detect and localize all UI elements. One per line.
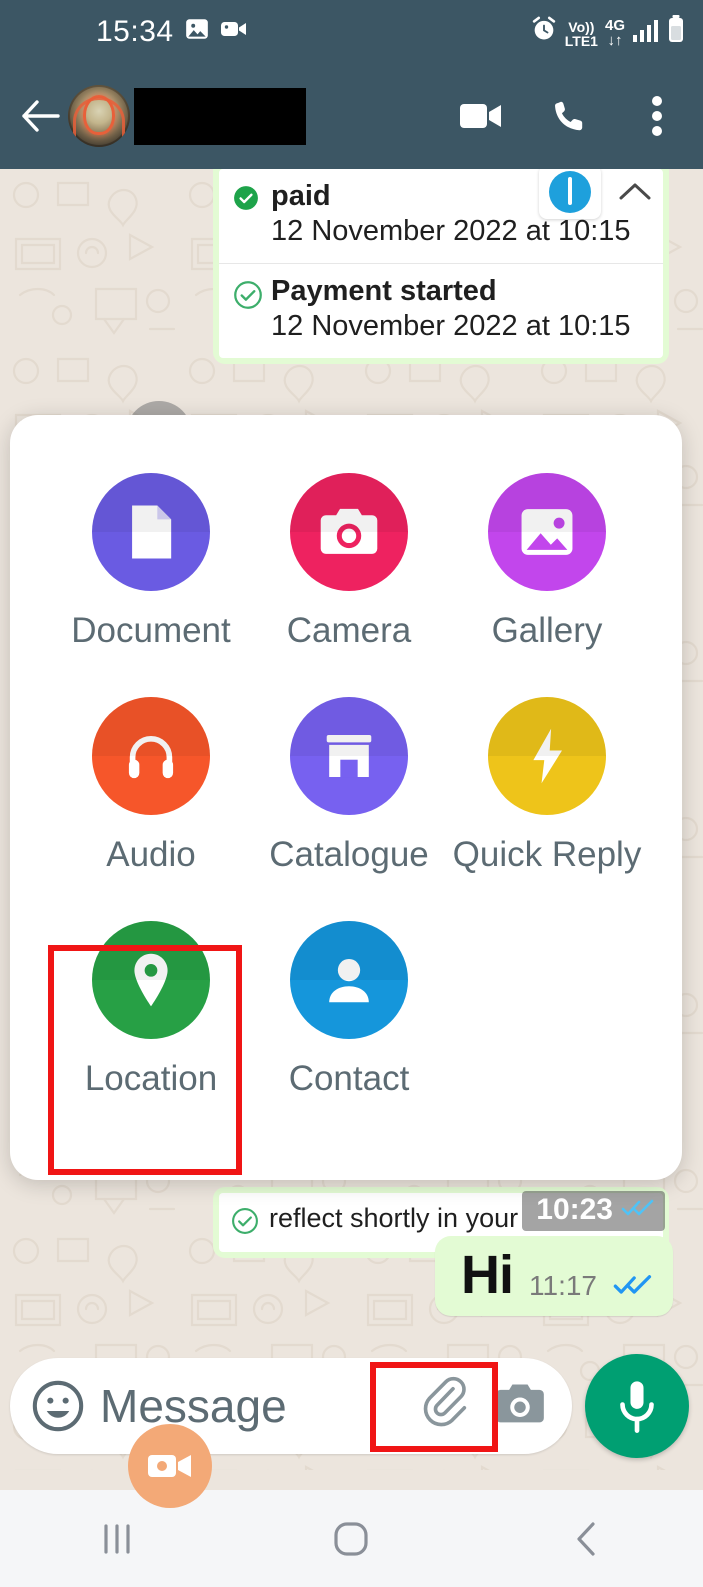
back-arrow-icon[interactable]	[16, 92, 64, 140]
headphones-icon	[92, 697, 210, 815]
highlight-attach-button	[370, 1362, 498, 1452]
attachment-option-label: Audio	[106, 835, 196, 874]
chevron-up-icon[interactable]	[617, 179, 653, 210]
check-circle-outline-icon	[231, 1201, 269, 1240]
status-bar-right: Vo)) LTE1 4G ↓↑	[530, 15, 685, 48]
highlight-location-option	[48, 945, 242, 1175]
double-check-blue-icon	[613, 1273, 653, 1302]
document-icon	[92, 473, 210, 591]
message-input-field[interactable]: Message	[100, 1379, 287, 1433]
more-vertical-icon[interactable]	[635, 94, 679, 138]
attachment-row: Document Camera Gallery	[52, 459, 682, 651]
check-circle-filled-icon	[233, 179, 271, 249]
attachment-option-gallery[interactable]: Gallery	[448, 459, 646, 651]
phone-call-icon[interactable]	[547, 94, 591, 138]
recents-icon[interactable]	[0, 1490, 234, 1587]
gallery-icon	[488, 473, 606, 591]
attachment-option-label: Contact	[288, 1059, 410, 1098]
status-bar: 15:34 Vo)) LTE1 4G ↓↑	[0, 0, 703, 63]
payment-message[interactable]: paid 12 November 2022 at 10:15 Payment s…	[213, 169, 669, 364]
person-icon	[290, 921, 408, 1039]
android-navigation-bar	[0, 1490, 703, 1587]
attachment-option-label: Gallery	[491, 611, 603, 650]
attachment-option-label: Document	[71, 611, 231, 650]
status-bar-left: 15:34	[96, 15, 248, 49]
network-arrows: ↓↑	[607, 32, 623, 49]
payment-row: paid 12 November 2022 at 10:15	[219, 169, 663, 263]
nav-back-icon[interactable]	[469, 1490, 703, 1587]
payment-row-timestamp: 12 November 2022 at 10:15	[271, 215, 631, 247]
image-icon	[184, 16, 210, 47]
camera-icon	[290, 473, 408, 591]
attachment-option-document[interactable]: Document	[52, 459, 250, 651]
attachment-option-audio[interactable]: Audio	[52, 683, 250, 875]
attachment-option-quick-reply[interactable]: Quick Reply	[448, 683, 646, 875]
lightning-bolt-icon	[488, 697, 606, 815]
storefront-icon	[290, 697, 408, 815]
attachment-option-label: Quick Reply	[452, 835, 642, 874]
outgoing-message-text: Hi	[461, 1245, 514, 1305]
home-icon[interactable]	[234, 1490, 468, 1587]
video-camera-icon	[220, 17, 248, 46]
alarm-icon	[530, 15, 558, 48]
battery-icon	[667, 15, 685, 48]
attachment-option-label: Catalogue	[269, 835, 429, 874]
payment-row-text: Payment started 12 November 2022 at 10:1…	[271, 274, 631, 344]
avatar[interactable]	[68, 85, 130, 147]
bank-logo-icon	[539, 169, 601, 219]
network-indicator: 4G ↓↑	[605, 18, 625, 48]
attachment-option-contact[interactable]: Contact	[250, 907, 448, 1099]
payment-row: Payment started 12 November 2022 at 10:1…	[219, 263, 663, 358]
message-input-bar: Message	[0, 1340, 703, 1470]
attachment-option-catalogue[interactable]: Catalogue	[250, 683, 448, 875]
incoming-message-text: reflect shortly in your	[269, 1203, 519, 1233]
camera-icon[interactable]	[494, 1381, 546, 1432]
incoming-message-time: 10:23	[536, 1193, 613, 1226]
double-check-blue-icon	[621, 1198, 655, 1223]
outgoing-message-time: 11:17	[529, 1270, 597, 1301]
attachment-option-label: Camera	[286, 611, 412, 650]
volte-indicator: Vo)) LTE1	[565, 20, 598, 48]
volte-line1: Vo))	[568, 19, 595, 35]
volte-line2: LTE1	[564, 33, 598, 49]
contact-name[interactable]	[134, 87, 306, 145]
attachment-option-camera[interactable]: Camera	[250, 459, 448, 651]
check-circle-outline-icon	[233, 274, 271, 344]
payment-row-timestamp: 12 November 2022 at 10:15	[271, 310, 631, 342]
chat-header	[0, 63, 703, 169]
signal-bars-icon	[632, 17, 660, 48]
attachment-row: Audio Catalogue Quick Reply	[52, 683, 682, 875]
incoming-message-meta: 10:23	[522, 1191, 665, 1231]
payment-bubble: paid 12 November 2022 at 10:15 Payment s…	[213, 169, 669, 364]
payment-row-title: Payment started	[271, 275, 497, 307]
chat-header-actions	[459, 94, 687, 138]
outgoing-message-bubble[interactable]: Hi 11:17	[435, 1236, 673, 1316]
payment-card: paid 12 November 2022 at 10:15 Payment s…	[219, 169, 663, 358]
emoji-smiley-icon[interactable]	[30, 1378, 86, 1434]
microphone-icon[interactable]	[585, 1354, 689, 1458]
video-call-floating-icon[interactable]	[128, 1424, 212, 1508]
video-call-icon[interactable]	[459, 94, 503, 138]
status-clock: 15:34	[96, 14, 174, 48]
network-type: 4G	[604, 17, 625, 34]
